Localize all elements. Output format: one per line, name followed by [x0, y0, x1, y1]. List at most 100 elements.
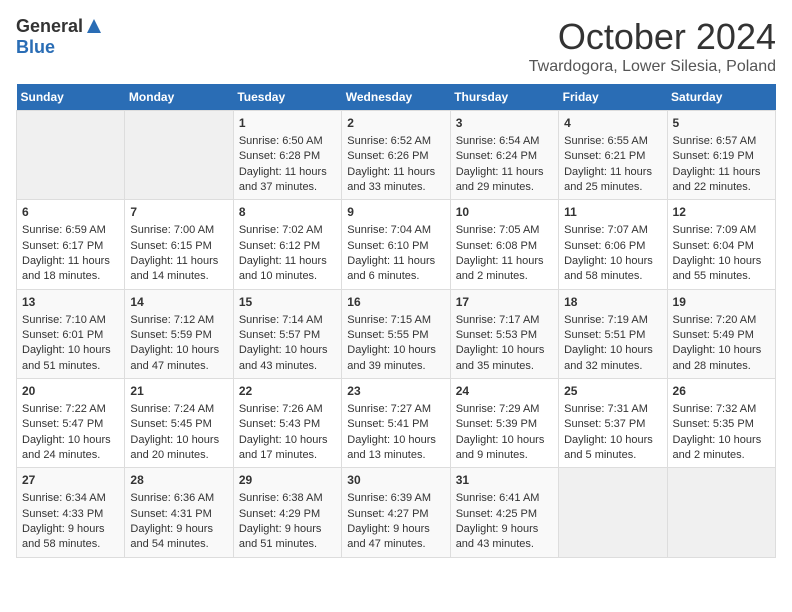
- calendar-cell: 7Sunrise: 7:00 AMSunset: 6:15 PMDaylight…: [125, 200, 233, 289]
- day-info: Sunset: 5:57 PM: [239, 328, 336, 343]
- day-info: Sunset: 5:53 PM: [456, 328, 553, 343]
- day-info: Sunset: 5:55 PM: [347, 328, 444, 343]
- day-info: Daylight: 10 hours and 39 minutes.: [347, 343, 444, 374]
- day-info: Sunset: 5:49 PM: [673, 328, 770, 343]
- day-number: 4: [564, 115, 661, 132]
- day-info: Sunrise: 7:00 AM: [130, 223, 227, 238]
- month-title: October 2024: [529, 16, 776, 58]
- day-info: Daylight: 10 hours and 43 minutes.: [239, 343, 336, 374]
- header-day-friday: Friday: [559, 84, 667, 111]
- logo-blue-text: Blue: [16, 37, 55, 57]
- calendar-cell: 10Sunrise: 7:05 AMSunset: 6:08 PMDayligh…: [450, 200, 558, 289]
- day-info: Sunset: 6:06 PM: [564, 239, 661, 254]
- day-info: Daylight: 10 hours and 28 minutes.: [673, 343, 770, 374]
- calendar-cell: 16 Sunrise: 7:15 AMSunset: 5:55 PMDayligh…: [342, 289, 450, 378]
- calendar-table: SundayMondayTuesdayWednesdayThursdayFrid…: [16, 84, 776, 558]
- day-number: 16: [347, 294, 444, 311]
- day-number: 23: [347, 383, 444, 400]
- calendar-cell: 31Sunrise: 6:41 AMSunset: 4:25 PMDayligh…: [450, 468, 558, 557]
- day-info: Sunrise: 7:19 AM: [564, 313, 661, 328]
- day-info: Daylight: 11 hours and 2 minutes.: [456, 254, 553, 285]
- day-info: Sunset: 5:45 PM: [130, 417, 227, 432]
- day-info: Daylight: 11 hours and 18 minutes.: [22, 254, 119, 285]
- day-number: 31: [456, 472, 553, 489]
- day-info: Sunrise: 7:32 AM: [673, 402, 770, 417]
- day-info: Sunset: 6:08 PM: [456, 239, 553, 254]
- day-number: 17: [456, 294, 553, 311]
- calendar-cell: 24Sunrise: 7:29 AMSunset: 5:39 PMDayligh…: [450, 379, 558, 468]
- day-info: Sunrise: 7:27 AM: [347, 402, 444, 417]
- calendar-cell: 23Sunrise: 7:27 AMSunset: 5:41 PMDayligh…: [342, 379, 450, 468]
- day-number: 5: [673, 115, 770, 132]
- day-info: Sunrise: 6:59 AM: [22, 223, 119, 238]
- header-day-sunday: Sunday: [17, 84, 125, 111]
- title-section: October 2024 Twardogora, Lower Silesia, …: [529, 16, 776, 76]
- day-info: Sunset: 5:35 PM: [673, 417, 770, 432]
- calendar-cell: 3Sunrise: 6:54 AMSunset: 6:24 PMDaylight…: [450, 111, 558, 200]
- day-info: Daylight: 11 hours and 25 minutes.: [564, 165, 661, 196]
- day-info: Daylight: 10 hours and 20 minutes.: [130, 433, 227, 464]
- calendar-cell: 8Sunrise: 7:02 AMSunset: 6:12 PMDaylight…: [233, 200, 341, 289]
- day-number: 19: [673, 294, 770, 311]
- day-info: Sunrise: 6:36 AM: [130, 491, 227, 506]
- header-day-thursday: Thursday: [450, 84, 558, 111]
- day-info: Daylight: 11 hours and 10 minutes.: [239, 254, 336, 285]
- location-title: Twardogora, Lower Silesia, Poland: [529, 58, 776, 76]
- day-info: Daylight: 9 hours and 54 minutes.: [130, 522, 227, 553]
- day-info: Daylight: 10 hours and 5 minutes.: [564, 433, 661, 464]
- day-info: Sunset: 6:17 PM: [22, 239, 119, 254]
- day-number: 6: [22, 204, 119, 221]
- day-info: Sunrise: 7:31 AM: [564, 402, 661, 417]
- day-info: Daylight: 9 hours and 58 minutes.: [22, 522, 119, 553]
- day-info: Sunrise: 7:07 AM: [564, 223, 661, 238]
- day-info: Sunrise: 6:57 AM: [673, 134, 770, 149]
- day-info: Daylight: 10 hours and 35 minutes.: [456, 343, 553, 374]
- day-info: Daylight: 10 hours and 17 minutes.: [239, 433, 336, 464]
- calendar-cell: 25Sunrise: 7:31 AMSunset: 5:37 PMDayligh…: [559, 379, 667, 468]
- calendar-cell: 15Sunrise: 7:14 AMSunset: 5:57 PMDayligh…: [233, 289, 341, 378]
- day-info: Sunrise: 6:41 AM: [456, 491, 553, 506]
- calendar-cell: 29Sunrise: 6:38 AMSunset: 4:29 PMDayligh…: [233, 468, 341, 557]
- calendar-cell: 12Sunrise: 7:09 AMSunset: 6:04 PMDayligh…: [667, 200, 775, 289]
- day-number: 11: [564, 204, 661, 221]
- day-info: Daylight: 10 hours and 13 minutes.: [347, 433, 444, 464]
- day-info: Sunrise: 7:15 AM: [347, 313, 444, 328]
- calendar-cell: 2Sunrise: 6:52 AMSunset: 6:26 PMDaylight…: [342, 111, 450, 200]
- day-info: Sunrise: 7:17 AM: [456, 313, 553, 328]
- day-info: Sunrise: 6:34 AM: [22, 491, 119, 506]
- day-info: Sunset: 4:31 PM: [130, 507, 227, 522]
- day-info: Daylight: 11 hours and 29 minutes.: [456, 165, 553, 196]
- day-info: Sunset: 6:26 PM: [347, 149, 444, 164]
- day-info: Daylight: 10 hours and 24 minutes.: [22, 433, 119, 464]
- day-info: Daylight: 10 hours and 55 minutes.: [673, 254, 770, 285]
- day-number: 2: [347, 115, 444, 132]
- day-info: Sunset: 5:59 PM: [130, 328, 227, 343]
- calendar-cell: 26Sunrise: 7:32 AMSunset: 5:35 PMDayligh…: [667, 379, 775, 468]
- calendar-cell: 28Sunrise: 6:36 AMSunset: 4:31 PMDayligh…: [125, 468, 233, 557]
- day-info: Daylight: 9 hours and 51 minutes.: [239, 522, 336, 553]
- day-number: 8: [239, 204, 336, 221]
- day-info: Sunset: 4:29 PM: [239, 507, 336, 522]
- week-row-4: 20Sunrise: 7:22 AMSunset: 5:47 PMDayligh…: [17, 379, 776, 468]
- day-number: 1: [239, 115, 336, 132]
- day-info: Sunset: 6:24 PM: [456, 149, 553, 164]
- day-info: Daylight: 10 hours and 58 minutes.: [564, 254, 661, 285]
- day-number: 24: [456, 383, 553, 400]
- day-info: Daylight: 11 hours and 33 minutes.: [347, 165, 444, 196]
- day-info: Daylight: 10 hours and 9 minutes.: [456, 433, 553, 464]
- header-day-saturday: Saturday: [667, 84, 775, 111]
- day-number: 21: [130, 383, 227, 400]
- calendar-cell: 5Sunrise: 6:57 AMSunset: 6:19 PMDaylight…: [667, 111, 775, 200]
- calendar-cell: 21 Sunrise: 7:24 AMSunset: 5:45 PMDayligh…: [125, 379, 233, 468]
- day-info: Daylight: 10 hours and 47 minutes.: [130, 343, 227, 374]
- calendar-cell: 19Sunrise: 7:20 AMSunset: 5:49 PMDayligh…: [667, 289, 775, 378]
- day-info: Daylight: 11 hours and 22 minutes.: [673, 165, 770, 196]
- day-info: Daylight: 11 hours and 6 minutes.: [347, 254, 444, 285]
- page-header: General Blue October 2024 Twardogora, Lo…: [16, 16, 776, 76]
- calendar-cell: 18Sunrise: 7:19 AMSunset: 5:51 PMDayligh…: [559, 289, 667, 378]
- week-row-2: 6Sunrise: 6:59 AMSunset: 6:17 PMDaylight…: [17, 200, 776, 289]
- day-number: 3: [456, 115, 553, 132]
- week-row-3: 13Sunrise: 7:10 AMSunset: 6:01 PMDayligh…: [17, 289, 776, 378]
- day-info: Sunrise: 7:24 AM: [130, 402, 227, 417]
- day-number: 9: [347, 204, 444, 221]
